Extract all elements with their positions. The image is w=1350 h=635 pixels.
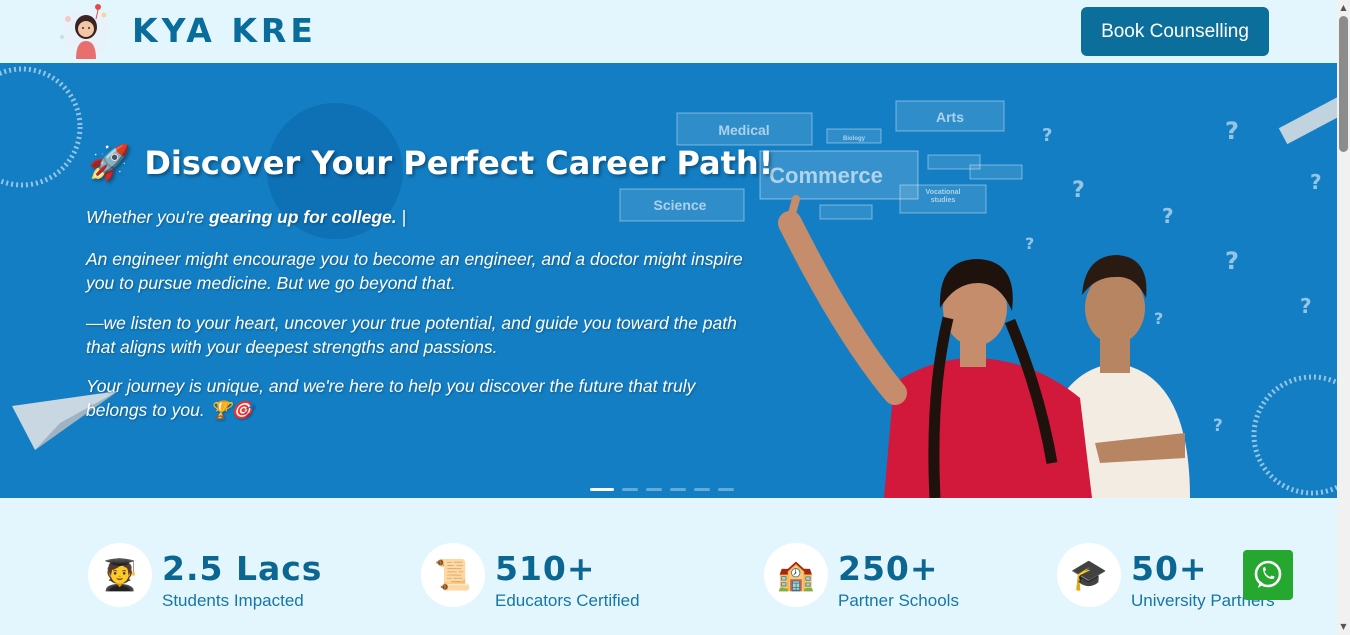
logo-text[interactable]: KYA KRE	[132, 11, 317, 50]
carousel-dot[interactable]	[718, 488, 734, 491]
stat-label: Students Impacted	[162, 591, 304, 610]
stat-label: Partner Schools	[838, 591, 959, 610]
hero-paragraph-2: —we listen to your heart, uncover your t…	[86, 313, 737, 357]
scroll-up-icon[interactable]: ▲	[1337, 2, 1350, 14]
rocket-icon: 🚀	[88, 143, 131, 183]
svg-text:?: ?	[1042, 125, 1052, 146]
career-label-arts: Arts	[936, 109, 964, 125]
hero-title: 🚀 Discover Your Perfect Career Path!	[88, 143, 773, 183]
hero-typing-line: Whether you're gearing up for college. |	[86, 205, 746, 229]
stat-value: 2.5 Lacs	[162, 549, 323, 588]
svg-text:?: ?	[1300, 294, 1312, 318]
carousel-dot[interactable]	[646, 488, 662, 491]
carousel-dot[interactable]	[590, 488, 614, 491]
page-scrollbar[interactable]: ▲ ▼	[1337, 0, 1350, 635]
scroll-down-icon[interactable]: ▼	[1337, 621, 1350, 633]
svg-text:?: ?	[1310, 170, 1322, 194]
girl-illustration	[778, 195, 1092, 498]
career-label-biology: Biology	[843, 136, 866, 142]
carousel-dot[interactable]	[670, 488, 686, 491]
graduation-cap-icon: 🎓	[1057, 543, 1121, 607]
typing-highlight: gearing up for college.	[208, 207, 397, 227]
typing-cursor: |	[396, 207, 407, 227]
hero-paragraph-3: Your journey is unique, and we're here t…	[86, 376, 696, 420]
typing-prefix: Whether you're	[86, 207, 209, 227]
student-icon: 🧑‍🎓	[88, 543, 152, 607]
svg-text:?: ?	[1162, 204, 1174, 228]
certificate-scroll-icon: 📜	[421, 543, 485, 607]
carousel-dot[interactable]	[622, 488, 638, 491]
hero-paragraph-1: An engineer might encourage you to becom…	[86, 249, 743, 293]
svg-text:?: ?	[1025, 234, 1034, 253]
carousel-dots	[590, 488, 734, 491]
stat-value: 250+	[838, 549, 939, 588]
svg-text:?: ?	[1225, 247, 1239, 275]
career-label-commerce: Commerce	[769, 163, 883, 188]
svg-text:?: ?	[1154, 309, 1163, 328]
svg-text:?: ?	[1072, 178, 1085, 203]
whatsapp-button[interactable]	[1243, 550, 1293, 600]
school-icon: 🏫	[764, 543, 828, 607]
stats-section: 🧑‍🎓 2.5 Lacs Students Impacted 📜 510+ Ed…	[0, 498, 1337, 635]
hero-carousel: Medical Arts Biology Commerce Science Vo…	[0, 63, 1337, 498]
stat-label: Educators Certified	[495, 591, 640, 610]
career-label-vocational: Vocational studies	[926, 189, 961, 204]
site-header: KYA KRE Book Counselling	[0, 0, 1337, 63]
svg-text:?: ?	[1225, 117, 1239, 145]
logo-girl-icon[interactable]	[54, 3, 118, 59]
carousel-dot[interactable]	[694, 488, 710, 491]
hero-title-text: Discover Your Perfect Career Path!	[144, 144, 774, 182]
scrollbar-thumb[interactable]	[1339, 16, 1348, 152]
ruler-icon	[1278, 95, 1337, 145]
whatsapp-icon	[1254, 560, 1282, 588]
career-label-medical: Medical	[718, 122, 769, 138]
svg-text:?: ?	[1213, 416, 1223, 436]
stat-value: 510+	[495, 549, 596, 588]
stat-value: 50+	[1131, 549, 1208, 588]
book-counselling-button[interactable]: Book Counselling	[1081, 7, 1269, 56]
